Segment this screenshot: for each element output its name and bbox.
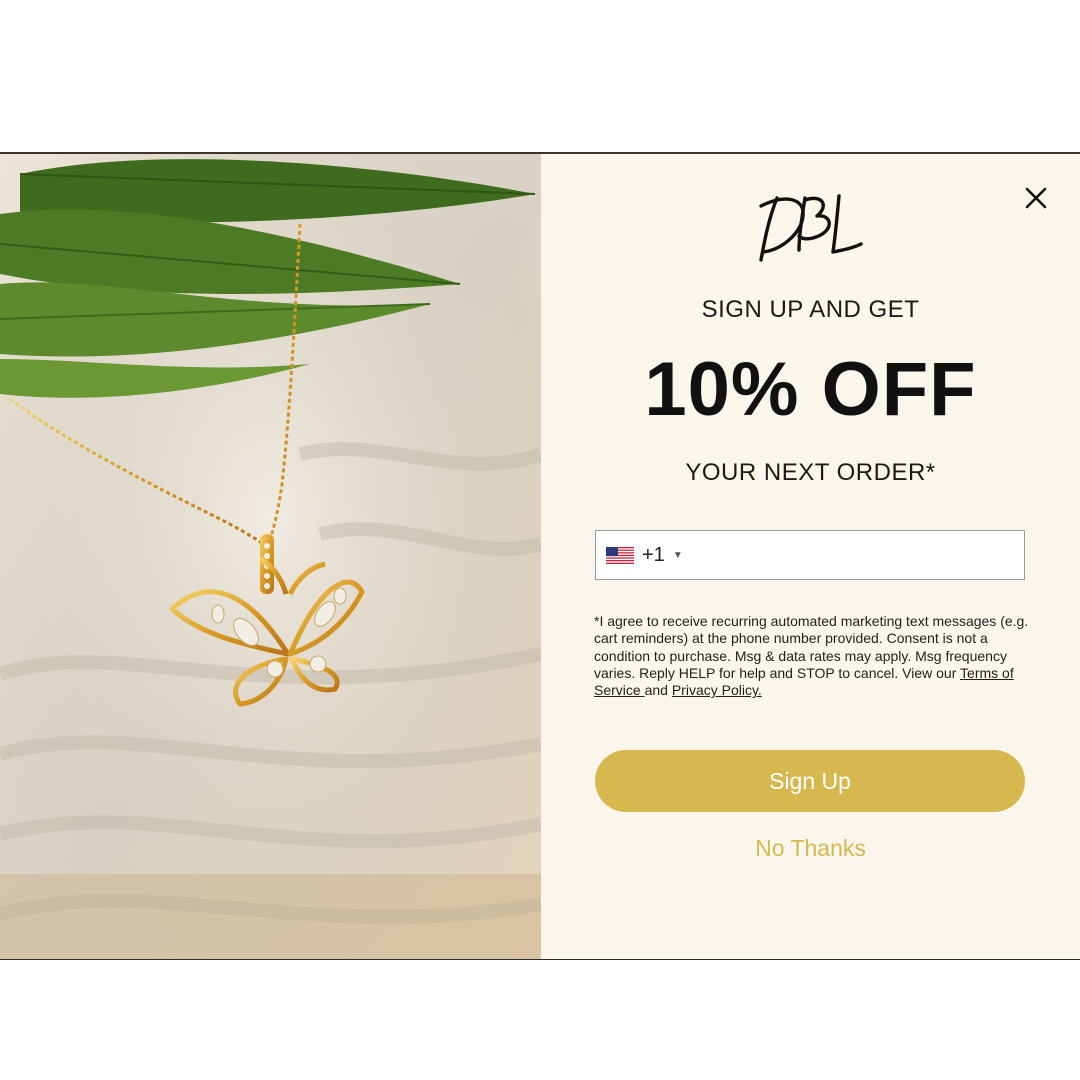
dbl-signature-logo bbox=[759, 194, 863, 262]
signup-panel: SIGN UP AND GET 10% OFF YOUR NEXT ORDER* bbox=[541, 154, 1080, 959]
us-flag-icon bbox=[606, 546, 634, 564]
brand-logo bbox=[755, 188, 865, 268]
country-code-select[interactable]: +1 ▼ bbox=[596, 531, 683, 579]
headline-offer: 10% OFF bbox=[644, 347, 977, 432]
close-icon[interactable] bbox=[1018, 180, 1054, 216]
phone-input[interactable] bbox=[682, 530, 1024, 580]
sign-up-button[interactable]: Sign Up bbox=[595, 750, 1025, 812]
dial-code: +1 bbox=[642, 543, 665, 566]
butterfly-necklace-image bbox=[0, 154, 541, 959]
chevron-down-icon: ▼ bbox=[672, 549, 683, 561]
close-button[interactable] bbox=[1018, 180, 1054, 216]
phone-field: +1 ▼ bbox=[595, 530, 1025, 580]
headline-outro: YOUR NEXT ORDER* bbox=[685, 459, 936, 486]
privacy-policy-link[interactable]: Privacy Policy. bbox=[672, 682, 762, 698]
consent-disclaimer: *I agree to receive recurring automated … bbox=[594, 613, 1030, 699]
signup-modal: SIGN UP AND GET 10% OFF YOUR NEXT ORDER* bbox=[0, 152, 1080, 960]
headline-intro: SIGN UP AND GET bbox=[701, 296, 920, 323]
no-thanks-button[interactable]: No Thanks bbox=[541, 835, 1080, 862]
consent-joiner: and bbox=[644, 682, 672, 699]
product-photo bbox=[0, 154, 541, 959]
